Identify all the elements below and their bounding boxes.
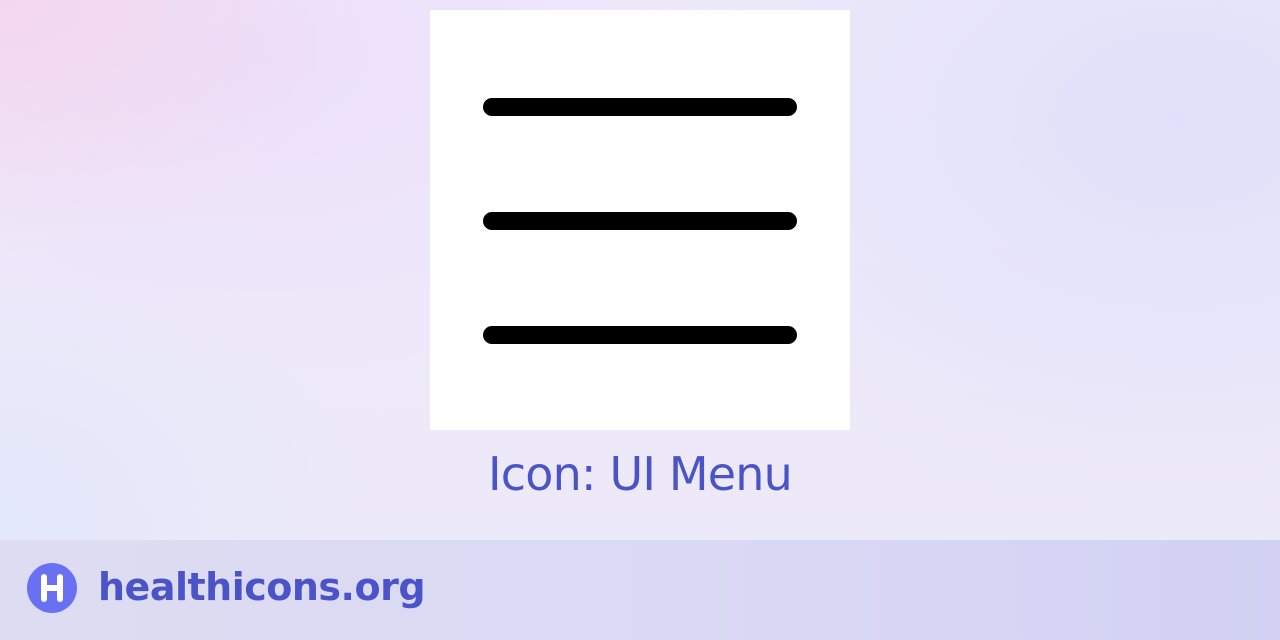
icon-title: Icon: UI Menu <box>487 447 793 501</box>
menu-icon <box>483 98 797 344</box>
h-logo-icon <box>41 574 63 602</box>
icon-preview-card <box>430 10 850 430</box>
site-name-link[interactable]: healthicons.org <box>98 563 426 611</box>
healthicons-logo[interactable] <box>27 563 77 613</box>
footer-bar: healthicons.org <box>0 540 1280 640</box>
